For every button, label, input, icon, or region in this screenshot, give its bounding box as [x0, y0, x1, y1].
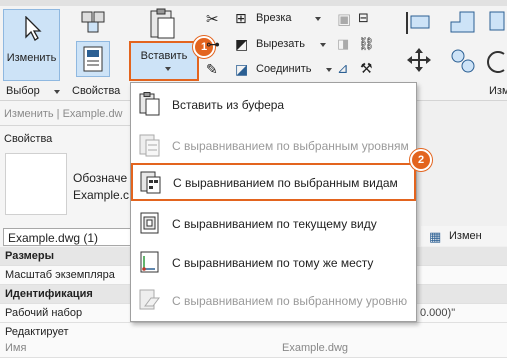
- chevron-down-icon[interactable]: [54, 90, 60, 94]
- type-family-name: Обозначе: [73, 171, 128, 185]
- property-value: Example.dwg: [282, 342, 349, 354]
- menu-item-label: С выравниванием по выбранным уровням: [172, 139, 409, 153]
- join-button[interactable]: Соединить: [256, 63, 312, 75]
- geometry-icon[interactable]: ▣: [337, 10, 351, 28]
- group-label: Идентификация: [5, 288, 93, 300]
- properties-icon: [83, 46, 103, 72]
- edit-type-area: ▦ Измен: [421, 226, 507, 246]
- split-icon[interactable]: ◨: [337, 36, 349, 52]
- property-label: Редактирует: [5, 326, 69, 338]
- wall-joins-icon[interactable]: ⊟: [358, 10, 369, 26]
- modify-button[interactable]: Изменить: [3, 9, 60, 81]
- properties-button[interactable]: [76, 41, 110, 77]
- property-row-name[interactable]: Имя Example.dwg: [0, 339, 507, 358]
- group-label: Размеры: [5, 250, 55, 262]
- menu-item-label: С выравниванием по выбранному уровню: [172, 294, 408, 308]
- cut-icon: ◩: [235, 36, 249, 52]
- type-properties-icon[interactable]: [80, 10, 106, 34]
- menu-item-align-selected-levels[interactable]: С выравниванием по выбранным уровням: [131, 127, 416, 163]
- menu-item-label: С выравниванием по выбранным видам: [173, 176, 398, 190]
- menu-item-align-selected-views[interactable]: С выравниванием по выбранным видам: [131, 163, 416, 201]
- edit-type-icon: ▦: [429, 229, 442, 244]
- chevron-down-icon[interactable]: [315, 17, 321, 21]
- copy-nodes-icon[interactable]: ⊶: [206, 36, 220, 53]
- move-icon[interactable]: [405, 46, 433, 74]
- breadcrumb: Изменить | Example.dw: [4, 108, 123, 120]
- select-panel-label[interactable]: Выбор: [6, 85, 40, 97]
- property-label: Имя: [5, 342, 27, 354]
- cursor-icon: [25, 16, 42, 41]
- align-icon[interactable]: ⊿: [337, 60, 349, 77]
- join-icon: ◪: [235, 61, 249, 77]
- mirror-icon[interactable]: [488, 8, 507, 36]
- edit-type-button[interactable]: Измен: [449, 230, 482, 242]
- notch-button[interactable]: Врезка: [256, 12, 292, 24]
- notch-icon: ⊞: [235, 10, 247, 26]
- menu-item-label: С выравниванием по тому же месту: [172, 256, 374, 270]
- divider: [0, 125, 135, 126]
- modify-panel-label[interactable]: Изм: [489, 85, 507, 97]
- property-value: 0.000)": [420, 307, 456, 319]
- step-badge-2: 2: [410, 149, 432, 171]
- properties-header: Свойства: [4, 133, 53, 145]
- modify-button-label: Изменить: [6, 52, 57, 64]
- link-icon[interactable]: ⛓: [358, 36, 375, 52]
- level-clipboard-icon: [139, 289, 160, 310]
- offset-icon[interactable]: [448, 8, 478, 36]
- chevron-down-icon: [165, 67, 171, 71]
- levels-clipboard-icon: [139, 134, 160, 157]
- paste-button[interactable]: Вставить: [129, 41, 199, 81]
- property-label: Масштаб экземпляра: [5, 269, 115, 281]
- copy-tool-icon[interactable]: [448, 46, 478, 76]
- scissors-x-icon[interactable]: ✂: [206, 10, 219, 28]
- menu-item-align-selected-level[interactable]: С выравниванием по выбранному уровню: [131, 282, 416, 318]
- properties-panel-label[interactable]: Свойства: [72, 85, 120, 97]
- chevron-down-icon[interactable]: [326, 68, 332, 72]
- paint-icon[interactable]: ✎: [206, 61, 218, 78]
- element-type-selector[interactable]: Example.dwg (1): [3, 228, 131, 246]
- property-label: Рабочий набор: [5, 307, 83, 319]
- hammer-icon[interactable]: ⚒: [360, 60, 373, 77]
- rotate-icon[interactable]: [486, 48, 507, 76]
- type-name: Example.c: [73, 188, 130, 202]
- menu-item-align-same-place[interactable]: С выравниванием по тому же месту: [131, 244, 416, 280]
- views-clipboard-icon: [140, 171, 161, 194]
- current-view-icon: [140, 212, 159, 234]
- menu-item-paste-from-clipboard[interactable]: Вставить из буфера: [131, 86, 416, 122]
- clipboard-icon[interactable]: [148, 8, 178, 40]
- menu-item-label: Вставить из буфера: [172, 98, 285, 112]
- paste-dropdown-menu: Вставить из буфера С выравниванием по вы…: [130, 82, 417, 322]
- ribbon-tab-strip: [0, 0, 507, 6]
- cut-button[interactable]: Вырезать: [256, 38, 305, 50]
- menu-item-label: С выравниванием по текущему виду: [172, 217, 377, 231]
- align-tool-icon[interactable]: [403, 10, 433, 36]
- menu-item-align-current-view[interactable]: С выравниванием по текущему виду: [131, 205, 416, 241]
- type-preview-image: [5, 153, 67, 215]
- paste-button-label: Вставить: [140, 50, 188, 62]
- same-place-icon: [140, 251, 159, 273]
- chevron-down-icon[interactable]: [320, 43, 326, 47]
- clipboard-icon: [139, 92, 160, 116]
